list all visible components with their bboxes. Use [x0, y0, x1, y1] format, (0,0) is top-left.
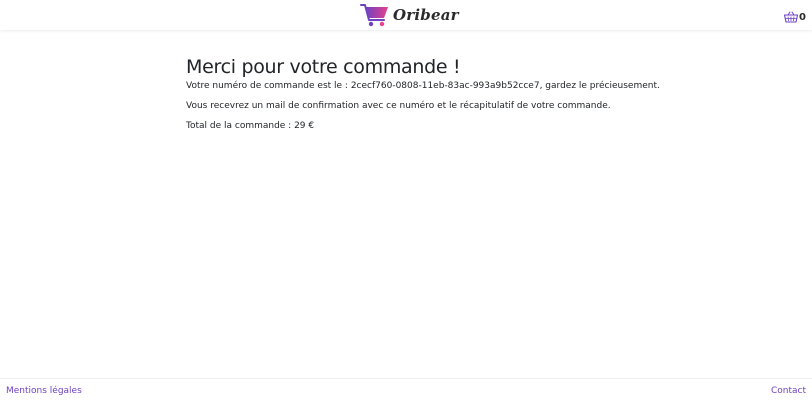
- order-number-text: Votre numéro de commande est le : 2cecf7…: [186, 81, 660, 91]
- brand-logo[interactable]: Oribear: [360, 1, 459, 29]
- order-total-text: Total de la commande : 29 €: [186, 121, 315, 131]
- brand-name: Oribear: [393, 6, 459, 24]
- confirmation-mail-text: Vous recevrez un mail de confirmation av…: [186, 101, 611, 111]
- site-header: Oribear 0: [0, 0, 812, 30]
- legal-notice-link[interactable]: Mentions légales: [6, 386, 82, 396]
- contact-link[interactable]: Contact: [771, 386, 806, 396]
- site-footer: Mentions légales Contact: [0, 378, 812, 401]
- shopping-cart-icon: [360, 2, 390, 28]
- cart-count: 0: [799, 12, 806, 23]
- basket-icon: [783, 8, 799, 27]
- order-confirmation: Merci pour votre commande ! Votre numéro…: [186, 56, 660, 141]
- cart-button[interactable]: 0: [783, 8, 806, 27]
- page-title: Merci pour votre commande !: [186, 56, 461, 78]
